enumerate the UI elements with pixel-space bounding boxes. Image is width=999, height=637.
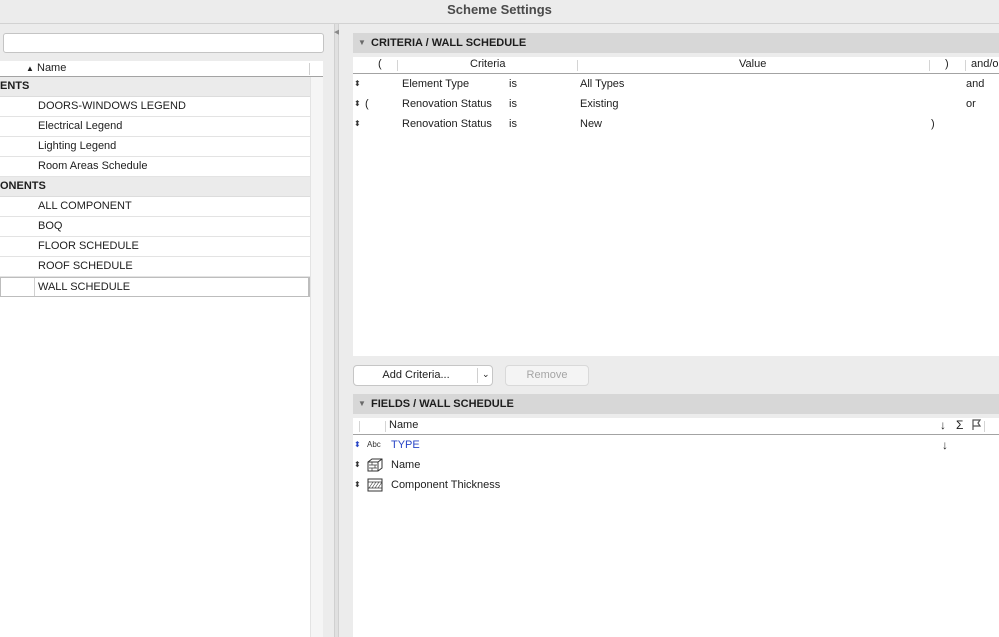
criteria-field[interactable]: Renovation Status — [402, 114, 492, 134]
criteria-operator[interactable]: is — [509, 94, 517, 114]
criteria-operator[interactable]: is — [509, 114, 517, 134]
criteria-value[interactable]: Existing — [580, 94, 619, 114]
list-item[interactable]: ROOF SCHEDULE — [0, 257, 310, 277]
criteria-table-header: ( Criteria Value ) and/o — [353, 57, 999, 74]
group-label: ENTS — [0, 80, 30, 92]
fields-table-header: Name ↓ Σ — [353, 418, 999, 435]
fields-table: Name ↓ Σ ⬍ Abc TYPE ↓ ⬍ Name ⬍ Component… — [353, 418, 999, 637]
column-divider — [309, 63, 310, 75]
list-group-header[interactable]: ONENTS — [0, 177, 310, 197]
scheme-list: ▲ Name ENTS DOORS-WINDOWS LEGEND Electri… — [0, 61, 323, 637]
list-item[interactable]: ALL COMPONENT — [0, 197, 310, 217]
column-header-name[interactable]: Name — [389, 419, 418, 431]
list-body: ENTS DOORS-WINDOWS LEGEND Electrical Leg… — [0, 77, 310, 297]
reorder-handle-icon[interactable]: ⬍ — [354, 475, 361, 495]
list-item-selected[interactable]: WALL SCHEDULE — [0, 277, 310, 297]
list-item-label: ROOF SCHEDULE — [38, 260, 133, 272]
column-divider — [929, 60, 930, 71]
criteria-row[interactable]: ⬍ Renovation Status is New ) — [353, 114, 999, 134]
field-name[interactable]: Name — [391, 455, 420, 475]
list-item-label: Lighting Legend — [38, 140, 117, 152]
list-item[interactable]: Lighting Legend — [0, 137, 310, 157]
criteria-andor[interactable]: and — [966, 74, 984, 94]
list-item-label[interactable]: WALL SCHEDULE — [38, 278, 130, 297]
column-header-name[interactable]: Name — [37, 62, 66, 74]
column-header-open-paren[interactable]: ( — [378, 58, 382, 70]
list-header: ▲ Name — [0, 61, 323, 77]
window-title: Scheme Settings — [0, 0, 999, 24]
list-item-label: BOQ — [38, 220, 63, 232]
criteria-field[interactable]: Element Type — [402, 74, 469, 94]
list-scrollbar[interactable] — [310, 77, 323, 637]
field-row[interactable]: ⬍ Name — [353, 455, 999, 475]
sort-order-icon[interactable]: ↓ — [940, 418, 946, 432]
chevron-down-icon[interactable]: ⌄ — [482, 369, 490, 380]
fields-section-title: FIELDS / WALL SCHEDULE — [371, 398, 514, 410]
disclosure-triangle-icon[interactable]: ▼ — [358, 33, 366, 53]
sum-icon[interactable]: Σ — [956, 418, 963, 432]
column-header-criteria[interactable]: Criteria — [470, 58, 505, 70]
button-divider — [477, 368, 478, 383]
settings-pane: ▼ CRITERIA / WALL SCHEDULE ( Criteria Va… — [339, 24, 999, 637]
search-input[interactable] — [3, 33, 324, 53]
criteria-value[interactable]: All Types — [580, 74, 624, 94]
hatch-thickness-icon — [367, 478, 383, 492]
add-criteria-label: Add Criteria... — [382, 369, 450, 381]
reorder-handle-icon[interactable]: ⬍ — [354, 455, 361, 475]
list-item-label: ALL COMPONENT — [38, 200, 132, 212]
column-divider — [577, 60, 578, 71]
criteria-open-paren[interactable]: ( — [365, 94, 369, 114]
sort-down-icon[interactable]: ↓ — [942, 435, 948, 455]
sort-ascending-icon[interactable]: ▲ — [26, 64, 34, 73]
list-item[interactable]: BOQ — [0, 217, 310, 237]
field-name[interactable]: Component Thickness — [391, 475, 500, 495]
column-header-value[interactable]: Value — [739, 58, 766, 70]
disclosure-triangle-icon[interactable]: ▼ — [358, 394, 366, 414]
list-item-label: Electrical Legend — [38, 120, 123, 132]
criteria-field[interactable]: Renovation Status — [402, 94, 492, 114]
add-criteria-button[interactable]: Add Criteria... ⌄ — [353, 365, 493, 386]
column-header-andor[interactable]: and/o — [971, 58, 999, 70]
criteria-row[interactable]: ⬍ Element Type is All Types and — [353, 74, 999, 94]
list-group-header[interactable]: ENTS — [0, 77, 310, 97]
column-divider — [397, 60, 398, 71]
abc-text-icon: Abc — [367, 440, 381, 449]
column-divider — [984, 421, 985, 432]
column-header-close-paren[interactable]: ) — [945, 58, 949, 70]
criteria-value[interactable]: New — [580, 114, 602, 134]
criteria-table: ( Criteria Value ) and/o ⬍ Element Type … — [353, 57, 999, 356]
column-divider — [359, 421, 360, 432]
list-item-label: DOORS-WINDOWS LEGEND — [38, 100, 186, 112]
column-divider — [385, 421, 386, 432]
list-item[interactable]: FLOOR SCHEDULE — [0, 237, 310, 257]
flag-icon[interactable] — [970, 418, 983, 434]
criteria-row[interactable]: ⬍ ( Renovation Status is Existing or — [353, 94, 999, 114]
cell-divider — [34, 278, 35, 296]
list-item[interactable]: Electrical Legend — [0, 117, 310, 137]
criteria-section-header[interactable]: ▼ CRITERIA / WALL SCHEDULE — [353, 33, 999, 53]
list-item[interactable]: DOORS-WINDOWS LEGEND — [0, 97, 310, 117]
list-item[interactable]: Room Areas Schedule — [0, 157, 310, 177]
fields-section-header[interactable]: ▼ FIELDS / WALL SCHEDULE — [353, 394, 999, 414]
wall-object-icon — [367, 458, 383, 472]
group-label: ONENTS — [0, 180, 46, 192]
field-row[interactable]: ⬍ Abc TYPE ↓ — [353, 435, 999, 455]
field-row[interactable]: ⬍ Component Thickness — [353, 475, 999, 495]
reorder-handle-icon[interactable]: ⬍ — [354, 114, 361, 134]
list-item-label: FLOOR SCHEDULE — [38, 240, 139, 252]
field-name[interactable]: TYPE — [391, 435, 420, 455]
remove-criteria-button[interactable]: Remove — [505, 365, 589, 386]
criteria-close-paren[interactable]: ) — [931, 114, 935, 134]
scheme-list-pane: ▲ Name ENTS DOORS-WINDOWS LEGEND Electri… — [0, 24, 334, 637]
reorder-handle-icon[interactable]: ⬍ — [354, 94, 361, 114]
reorder-handle-icon[interactable]: ⬍ — [354, 74, 361, 94]
criteria-andor[interactable]: or — [966, 94, 976, 114]
criteria-operator[interactable]: is — [509, 74, 517, 94]
list-item-label: Room Areas Schedule — [38, 160, 148, 172]
column-divider — [965, 60, 966, 71]
reorder-handle-icon[interactable]: ⬍ — [354, 435, 361, 455]
criteria-section-title: CRITERIA / WALL SCHEDULE — [371, 37, 527, 49]
